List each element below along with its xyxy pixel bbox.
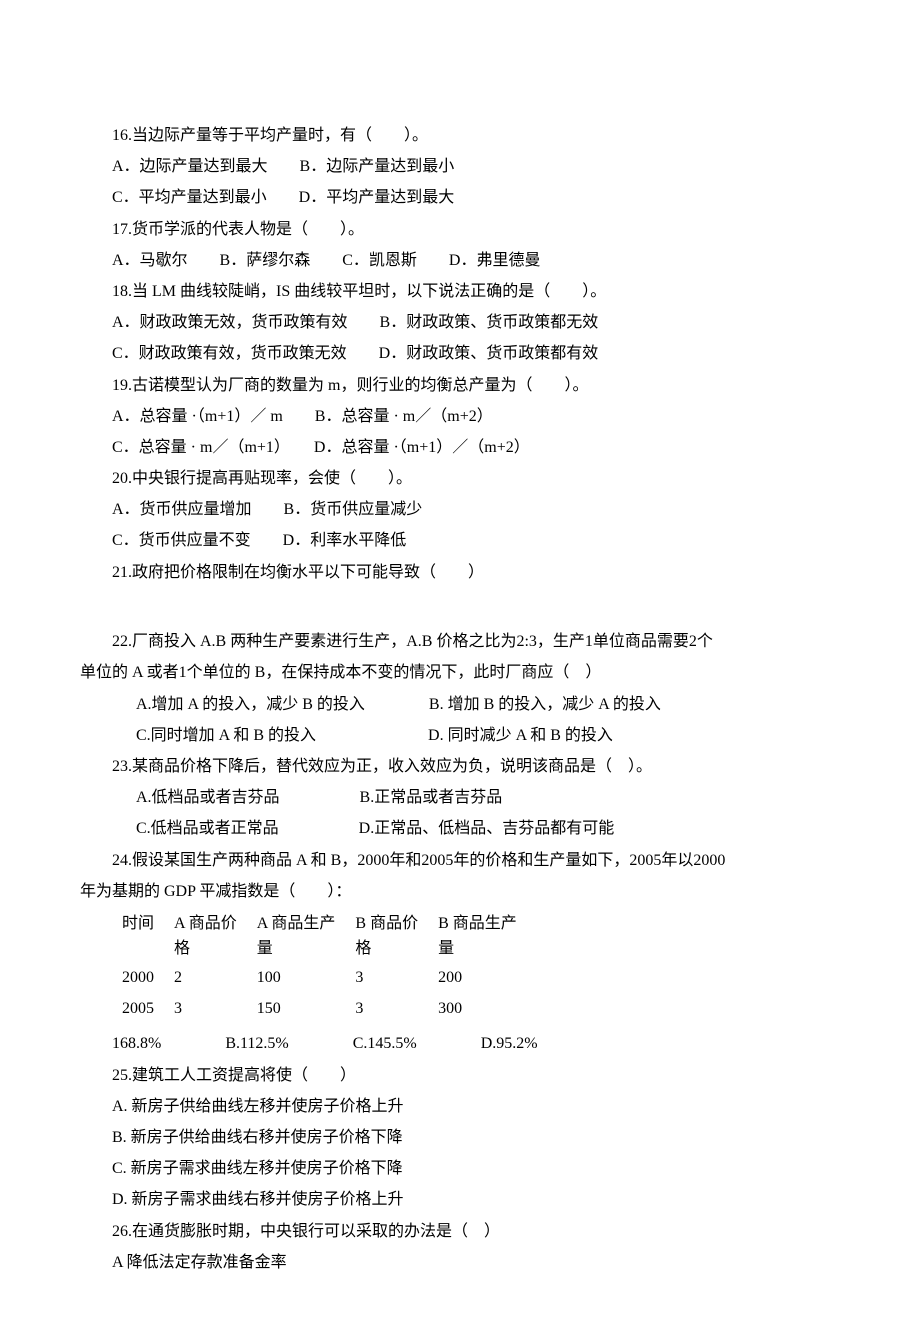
q17-stem: 17.货币学派的代表人物是（ ）。	[80, 214, 840, 245]
table-row: 2005 3 150 3 300	[112, 993, 527, 1024]
cell-a-price: 2	[164, 962, 247, 993]
q25-option-d: D. 新房子需求曲线右移并使房子价格上升	[80, 1184, 840, 1215]
table-row: 2000 2 100 3 200	[112, 962, 527, 993]
q18-options-cd: C．财政政策有效，货币政策无效 D．财政政策、货币政策都有效	[80, 338, 840, 369]
q21-stem: 21.政府把价格限制在均衡水平以下可能导致（ ）	[80, 557, 840, 588]
cell-b-qty: 200	[428, 962, 527, 993]
col-b-price: B 商品价格	[345, 911, 428, 962]
q22-options-ab: A.增加 A 的投入，减少 B 的投入 B. 增加 B 的投入，减少 A 的投入	[80, 689, 840, 720]
q20-stem: 20.中央银行提高再贴现率，会使（ ）。	[80, 463, 840, 494]
cell-time: 2000	[112, 962, 164, 993]
table-header-row: 时间 A 商品价格 A 商品生产量 B 商品价格 B 商品生产量	[112, 911, 527, 962]
q19-options-cd: C．总容量 · m／（m+1） D．总容量 ·（m+1）／（m+2）	[80, 432, 840, 463]
col-time: 时间	[112, 911, 164, 962]
q23-stem: 23.某商品价格下降后，替代效应为正，收入效应为负，说明该商品是（ ）。	[80, 751, 840, 782]
q22-stem-line1: 22.厂商投入 A.B 两种生产要素进行生产，A.B 价格之比为2:3，生产1单…	[80, 626, 840, 657]
q23-options-cd: C.低档品或者正常品 D.正常品、低档品、吉芬品都有可能	[80, 813, 840, 844]
q24-stem-line1: 24.假设某国生产两种商品 A 和 B，2000年和2005年的价格和生产量如下…	[80, 845, 840, 876]
q25-option-a: A. 新房子供给曲线左移并使房子价格上升	[80, 1091, 840, 1122]
q24-stem-line2: 年为基期的 GDP 平减指数是（ ）：	[80, 876, 840, 907]
q25-option-b: B. 新房子供给曲线右移并使房子价格下降	[80, 1122, 840, 1153]
q26-option-a: A 降低法定存款准备金率	[80, 1247, 840, 1278]
cell-a-qty: 100	[247, 962, 346, 993]
q26-stem: 26.在通货膨胀时期，中央银行可以采取的办法是（ ）	[80, 1216, 840, 1247]
q16-stem: 16.当边际产量等于平均产量时，有（ ）。	[80, 120, 840, 151]
cell-b-price: 3	[345, 993, 428, 1024]
q17-options: A．马歇尔 B．萨缪尔森 C．凯恩斯 D．弗里德曼	[80, 245, 840, 276]
q16-options-ab: A．边际产量达到最大 B．边际产量达到最小	[80, 151, 840, 182]
q23-options-ab: A.低档品或者吉芬品 B.正常品或者吉芬品	[80, 782, 840, 813]
q22-stem-line2: 单位的 A 或者1个单位的 B，在保持成本不变的情况下，此时厂商应（ ）	[80, 657, 840, 688]
q22-options-cd: C.同时增加 A 和 B 的投入 D. 同时减少 A 和 B 的投入	[80, 720, 840, 751]
q20-options-cd: C．货币供应量不变 D．利率水平降低	[80, 525, 840, 556]
q20-options-ab: A．货币供应量增加 B．货币供应量减少	[80, 494, 840, 525]
q25-stem: 25.建筑工人工资提高将使（ ）	[80, 1060, 840, 1091]
cell-a-price: 3	[164, 993, 247, 1024]
spacer	[80, 588, 840, 626]
col-b-qty: B 商品生产量	[428, 911, 527, 962]
cell-time: 2005	[112, 993, 164, 1024]
q24-table: 时间 A 商品价格 A 商品生产量 B 商品价格 B 商品生产量 2000 2 …	[112, 911, 527, 1025]
q19-stem: 19.古诺模型认为厂商的数量为 m，则行业的均衡总产量为（ ）。	[80, 370, 840, 401]
q25-option-c: C. 新房子需求曲线左移并使房子价格下降	[80, 1153, 840, 1184]
col-a-qty: A 商品生产量	[247, 911, 346, 962]
q19-options-ab: A．总容量 ·（m+1）／ m B．总容量 · m／（m+2）	[80, 401, 840, 432]
q18-options-ab: A．财政政策无效，货币政策有效 B．财政政策、货币政策都无效	[80, 307, 840, 338]
cell-a-qty: 150	[247, 993, 346, 1024]
q24-options: 168.8% B.112.5% C.145.5% D.95.2%	[80, 1028, 840, 1059]
cell-b-price: 3	[345, 962, 428, 993]
col-a-price: A 商品价格	[164, 911, 247, 962]
q16-options-cd: C．平均产量达到最小 D．平均产量达到最大	[80, 182, 840, 213]
cell-b-qty: 300	[428, 993, 527, 1024]
q18-stem: 18.当 LM 曲线较陡峭，IS 曲线较平坦时，以下说法正确的是（ ）。	[80, 276, 840, 307]
